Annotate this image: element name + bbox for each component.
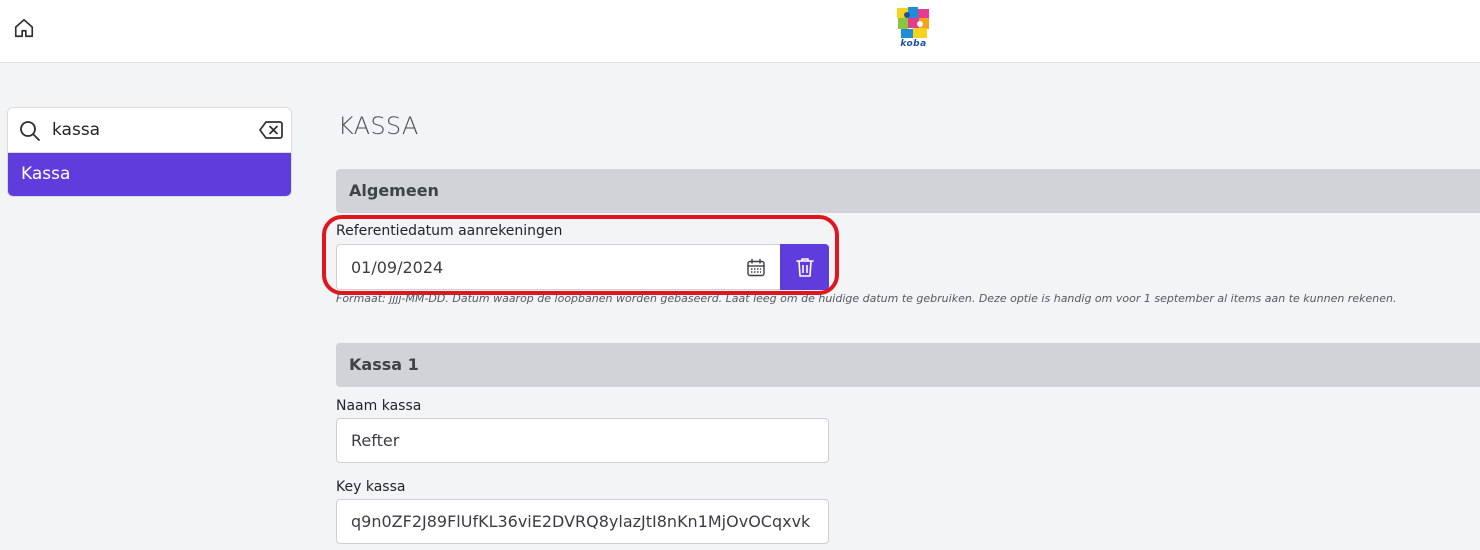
logo-text: koba	[900, 39, 927, 49]
sidebar-search-card: Kassa	[7, 107, 292, 197]
reference-date-group: 01/09/2024	[336, 244, 829, 290]
section-header-kassa-1: Kassa 1	[336, 343, 1480, 387]
page-title: KASSA	[338, 112, 419, 140]
home-button[interactable]	[12, 16, 36, 40]
search-input[interactable]	[52, 116, 252, 144]
section-title: Kassa 1	[349, 355, 419, 374]
calendar-icon[interactable]	[746, 258, 766, 278]
top-bar: koba	[0, 0, 1480, 63]
sidebar-item-label: Kassa	[21, 164, 71, 184]
key-kassa-input[interactable]: q9n0ZF2J89FlUfKL36viE2DVRQ8ylazJtI8nKn1M…	[336, 499, 829, 544]
clear-date-button[interactable]	[780, 244, 829, 290]
backspace-icon	[259, 121, 283, 139]
reference-date-input[interactable]: 01/09/2024	[336, 244, 780, 290]
home-icon	[14, 18, 34, 38]
section-header-algemeen: Algemeen	[336, 169, 1480, 213]
sidebar-item-kassa[interactable]: Kassa	[8, 153, 291, 196]
naam-kassa-value: Refter	[351, 431, 400, 450]
reference-date-value: 01/09/2024	[351, 257, 444, 277]
naam-kassa-label: Naam kassa	[336, 398, 422, 414]
clear-search-button[interactable]	[259, 120, 283, 140]
reference-date-label: Referentiedatum aanrekeningen	[336, 223, 563, 239]
koba-logo: koba	[895, 6, 932, 49]
key-kassa-value: q9n0ZF2J89FlUfKL36viE2DVRQ8ylazJtI8nKn1M…	[351, 512, 811, 531]
naam-kassa-input[interactable]: Refter	[336, 418, 829, 463]
search-icon	[20, 121, 40, 141]
reference-date-help: Formaat: jjjj-MM-DD. Datum waarop de loo…	[336, 292, 1397, 305]
trash-icon	[795, 258, 814, 277]
section-title: Algemeen	[349, 181, 439, 200]
search-row	[8, 108, 291, 153]
key-kassa-label: Key kassa	[336, 479, 406, 495]
